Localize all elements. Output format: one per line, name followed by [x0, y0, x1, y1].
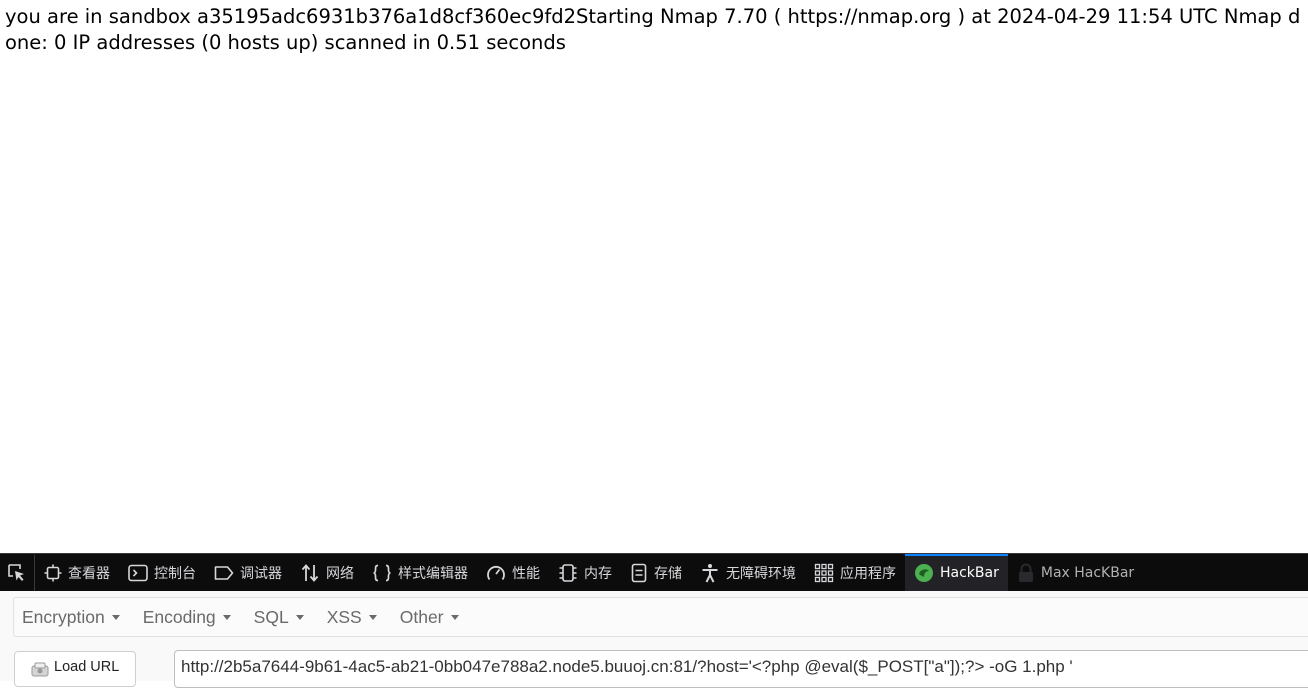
accessibility-icon — [700, 563, 720, 583]
tab-max-hackbar[interactable]: Max HacKBar — [1008, 555, 1143, 591]
tab-accessibility[interactable]: 无障碍环境 — [691, 555, 805, 591]
max-hackbar-icon — [1017, 563, 1035, 583]
style-editor-icon — [372, 564, 392, 582]
menu-label: Encoding — [142, 606, 216, 627]
tab-label: 存储 — [654, 565, 682, 582]
hackbar-menu: Encryption Encoding SQL XSS Other — [13, 597, 1308, 637]
menu-encryption[interactable]: Encryption — [22, 607, 120, 628]
load-url-label: Load URL — [54, 659, 120, 675]
tab-style-editor[interactable]: 样式编辑器 — [363, 555, 477, 591]
memory-icon — [558, 563, 578, 583]
performance-icon — [486, 564, 506, 582]
tab-label: 网络 — [326, 565, 354, 582]
hackbar-icon — [914, 563, 934, 583]
console-icon — [128, 564, 148, 582]
tab-performance[interactable]: 性能 — [477, 555, 549, 591]
network-icon — [300, 563, 320, 583]
tab-network[interactable]: 网络 — [291, 555, 363, 591]
tab-application[interactable]: 应用程序 — [805, 555, 905, 591]
menu-sql[interactable]: SQL — [254, 607, 304, 628]
element-picker-button[interactable] — [0, 554, 35, 591]
menu-label: SQL — [253, 606, 289, 627]
caret-down-icon — [450, 614, 459, 620]
tab-label: 应用程序 — [840, 565, 896, 582]
caret-down-icon — [111, 614, 120, 620]
tab-label: 无障碍环境 — [726, 565, 796, 582]
menu-xss[interactable]: XSS — [327, 607, 377, 628]
tab-inspector[interactable]: 查看器 — [35, 555, 119, 591]
menu-label: Encryption — [22, 606, 105, 627]
caret-down-icon — [368, 614, 377, 620]
storage-icon — [630, 563, 648, 583]
devtools-panel: 查看器 控制台 调试器 网络 样式编辑器 性能 内存 存储 无障碍环境 应用程序… — [0, 553, 1308, 688]
caret-down-icon — [222, 614, 231, 620]
tab-label: 查看器 — [68, 565, 110, 582]
tab-label: 样式编辑器 — [398, 565, 468, 582]
tab-label: 调试器 — [240, 565, 282, 582]
tab-hackbar[interactable]: HackBar — [905, 553, 1008, 591]
element-picker-icon — [8, 563, 24, 581]
menu-other[interactable]: Other — [400, 607, 459, 628]
load-url-button[interactable]: Load URL — [14, 651, 136, 687]
tab-memory[interactable]: 内存 — [549, 555, 621, 591]
inspector-icon — [44, 564, 62, 582]
application-icon — [814, 563, 834, 583]
debugger-icon — [214, 565, 234, 581]
menu-encoding[interactable]: Encoding — [143, 607, 231, 628]
url-input[interactable]: http://2b5a7644-9b61-4ac5-ab21-0bb047e78… — [174, 650, 1308, 688]
tab-label: 内存 — [584, 565, 612, 582]
tab-label: 性能 — [512, 565, 540, 582]
menu-label: XSS — [326, 606, 362, 627]
devtools-toolbar: 查看器 控制台 调试器 网络 样式编辑器 性能 内存 存储 无障碍环境 应用程序… — [0, 553, 1308, 591]
page-output-text: you are in sandbox a35195adc6931b376a1d8… — [5, 5, 1301, 54]
caret-down-icon — [295, 614, 304, 620]
menu-label: Other — [399, 606, 444, 627]
tab-label: Max HacKBar — [1040, 564, 1135, 581]
load-url-icon — [31, 661, 49, 681]
tab-storage[interactable]: 存储 — [621, 555, 691, 591]
tab-console[interactable]: 控制台 — [119, 555, 205, 591]
tab-label: HackBar — [940, 564, 999, 581]
tab-label: 控制台 — [154, 565, 196, 582]
tab-debugger[interactable]: 调试器 — [205, 555, 291, 591]
